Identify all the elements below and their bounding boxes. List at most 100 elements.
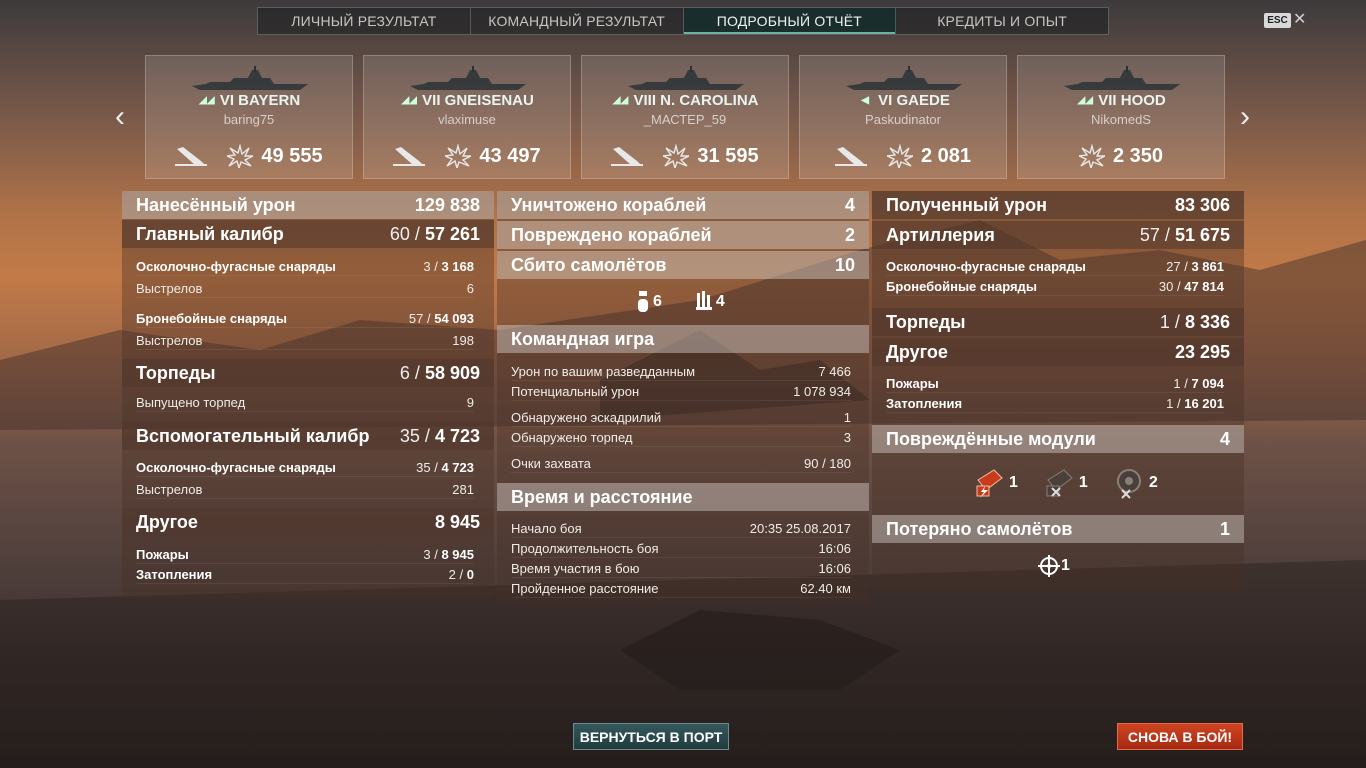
ship-stats: 2 350 [1018, 144, 1224, 168]
ship-damage: 2 350 [1112, 144, 1164, 167]
stat-hits: 2 / [448, 567, 464, 582]
main-battery-row: Главный калибр 60 / 57 261 [122, 220, 494, 248]
carousel-prev-arrow-icon[interactable]: ‹ [115, 102, 125, 132]
stat-label: Затопления [136, 567, 213, 582]
battle-again-button[interactable]: Снова в бой! [1117, 723, 1243, 750]
tab-personal-result[interactable]: Личный результат [258, 8, 471, 34]
damaged-modules-value: 4 [1219, 428, 1230, 449]
close-icon[interactable]: ✕ [1293, 11, 1306, 29]
planes-lost-row: Потеряно самолётов 1 [872, 515, 1244, 543]
stat-hits: 35 / [416, 460, 438, 475]
dealt-damage-label: Нанесённый урон [136, 194, 296, 215]
stat-label: Бронебойные снаряды [136, 311, 287, 326]
player-name: vlaximuse [438, 112, 496, 127]
sinking-ship-icon [175, 147, 208, 166]
stat-label: Пожары [136, 547, 189, 562]
received-damage-value: 83 306 [1174, 194, 1230, 215]
ship-silhouette-icon [1064, 66, 1180, 90]
received-torpedoes-damage: 8 336 [1184, 311, 1230, 332]
received-damage-panel: Полученный урон 83 306 Артиллерия 57 / 5… [872, 191, 1244, 589]
battle-start-row: Начало боя 20:35 25.08.2017 [511, 520, 851, 538]
player-name: _МАСТЕР_59 [643, 112, 727, 127]
turret-destroyed-icon [976, 469, 1003, 498]
stat-value: 62.40 км [800, 581, 851, 596]
received-other-value: 23 295 [1174, 341, 1230, 362]
player-name: baring75 [223, 112, 275, 127]
stat-label: Бронебойные снаряды [886, 279, 1037, 294]
ship-name: ◢◢ VII GNEISENAU [364, 92, 570, 109]
ship-name: ◢◢ VII HOOD [1018, 92, 1224, 109]
ship-tier-name: VI BAYERN [219, 92, 301, 109]
ship-card[interactable]: ◢◢ VIII N. CAROLINA _МАСТЕР_59 31 595 [581, 55, 789, 179]
stat-hits: 3 / [423, 547, 438, 562]
steering-damaged-icon [1116, 469, 1141, 499]
stat-value: 7 466 [818, 364, 851, 379]
other-damage-row: Другое 8 945 [122, 508, 494, 536]
artillery-damage: 51 675 [1174, 224, 1230, 245]
ship-silhouette-icon [192, 66, 308, 90]
return-to-port-button[interactable]: Вернуться в порт [573, 723, 729, 750]
tab-team-result[interactable]: Командный результат [471, 8, 684, 34]
secondary-shots-row: Выстрелов 281 [136, 481, 474, 499]
planes-lost-value: 1 [1219, 518, 1230, 539]
dive-bomber-icon [695, 291, 712, 310]
ship-stats: 31 595 [582, 144, 788, 168]
torpedoes-row: Торпеды 6 / 58 909 [122, 359, 494, 387]
ship-class-icon: ◢◢ [612, 95, 629, 107]
esc-key-badge[interactable]: ESC [1264, 13, 1291, 28]
ship-card[interactable]: ◢◢ VII HOOD NikomedS 2 350 [1017, 55, 1225, 179]
received-ap-row: Бронебойные снаряды 30 / 47 814 [886, 278, 1224, 296]
ship-class-icon: ◢◢ [199, 95, 215, 107]
received-flooding-row: Затопления 1 / 16 201 [886, 395, 1224, 413]
planes-shot-down-row: Сбито самолётов 10 [497, 251, 869, 279]
squadrons-spotted-row: Обнаружено эскадрилий 1 [511, 409, 851, 427]
dealt-damage-panel: Нанесённый урон 129 838 Главный калибр 6… [122, 191, 494, 599]
lost-plane-icons: 1 [1038, 555, 1070, 577]
received-torpedoes-hits: 1 / [1159, 311, 1180, 332]
received-fires-row: Пожары 1 / 7 094 [886, 375, 1224, 393]
damage-burst-icon [1078, 144, 1105, 168]
damaged-modules-row: Повреждённые модули 4 [872, 425, 1244, 453]
steering-damaged-count: 2 [1148, 474, 1158, 491]
damage-burst-icon [227, 144, 254, 168]
secondary-battery-damage: 4 723 [434, 425, 480, 446]
stat-label: Пройденное расстояние [511, 581, 659, 596]
stat-value: 9 [466, 395, 474, 410]
stat-label: Потенциальный урон [511, 384, 640, 399]
other-damage-value: 8 945 [434, 511, 480, 532]
planes-shot-down-label: Сбито самолётов [511, 254, 667, 275]
ship-card[interactable]: ◢◢ VI BAYERN baring75 49 555 [145, 55, 353, 179]
stat-label: Обнаружено эскадрилий [511, 410, 662, 425]
tab-detailed-report[interactable]: Подробный отчёт [683, 8, 897, 34]
carousel-next-arrow-icon[interactable]: › [1240, 102, 1250, 132]
dealt-damage-value: 129 838 [414, 194, 480, 215]
fighter-crosshair-icon [1038, 555, 1060, 577]
ship-card[interactable]: ◢◢ VII GNEISENAU vlaximuse 43 497 [363, 55, 571, 179]
ship-card[interactable]: ◀ VI GAEDE Paskudinator 2 081 [799, 55, 1007, 179]
sinking-ship-icon [611, 147, 644, 166]
stat-label: Выстрелов [136, 281, 203, 296]
ship-tier-name: VII HOOD [1098, 92, 1166, 109]
torpedoes-label: Торпеды [136, 362, 216, 383]
spotting-damage-row: Урон по вашим разведданным 7 466 [511, 363, 851, 381]
time-in-battle-row: Время участия в бою 16:06 [511, 560, 851, 578]
stat-value: 3 [843, 430, 851, 445]
flooding-row: Затопления 2 / 0 [136, 566, 474, 584]
stat-hits: 30 / [1158, 279, 1181, 294]
artillery-row: Артиллерия 57 / 51 675 [872, 221, 1244, 249]
main-he-shots-row: Выстрелов 6 [136, 280, 474, 298]
stat-damage: 8 945 [441, 547, 474, 562]
stat-label: Обнаружено торпед [511, 430, 633, 445]
tab-credits-xp[interactable]: Кредиты и опыт [896, 8, 1108, 34]
ship-silhouette-icon [410, 66, 526, 90]
stat-damage: 16 201 [1184, 396, 1224, 411]
received-damage-label: Полученный урон [886, 194, 1047, 215]
secondary-battery-label: Вспомогательный калибр [136, 425, 370, 446]
stat-damage: 0 [466, 567, 474, 582]
main-battery-hits: 60 / [389, 223, 420, 244]
secondary-battery-row: Вспомогательный калибр 35 / 4 723 [122, 422, 494, 450]
stat-label: Выстрелов [136, 482, 203, 497]
secondary-he-row: Осколочно-фугасные снаряды 35 / 4 723 [136, 459, 474, 477]
stat-hits: 27 / [1166, 259, 1188, 274]
ships-destroyed-value: 4 [844, 194, 855, 215]
